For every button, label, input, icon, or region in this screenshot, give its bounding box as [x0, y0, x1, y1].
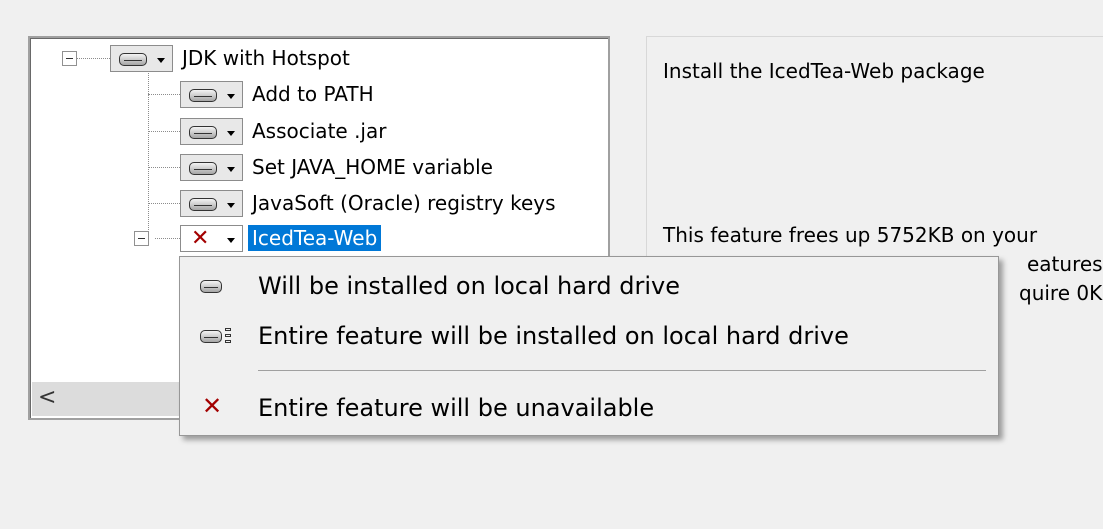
- tree-connector: [148, 167, 180, 168]
- hard-drive-with-subfeatures-icon: [200, 324, 232, 350]
- tree-connector: [76, 58, 110, 59]
- collapse-toggle[interactable]: [62, 51, 77, 66]
- tree-item-label[interactable]: Add to PATH: [248, 81, 378, 107]
- scroll-left-icon[interactable]: <: [38, 386, 56, 410]
- tree-item-label[interactable]: Associate .jar: [248, 118, 390, 144]
- dropdown-arrow-icon: [227, 94, 235, 99]
- feature-state-button[interactable]: [180, 190, 243, 217]
- tree-item-label[interactable]: JavaSoft (Oracle) registry keys: [248, 190, 560, 216]
- collapse-toggle[interactable]: [134, 231, 149, 246]
- feature-state-button[interactable]: [110, 45, 173, 72]
- hard-drive-icon: [189, 198, 217, 211]
- feature-description: Install the IcedTea-Web package: [663, 59, 985, 83]
- tree-item-label-selected[interactable]: IcedTea-Web: [248, 225, 382, 251]
- tree-connector: [148, 94, 180, 95]
- feature-state-button[interactable]: [180, 81, 243, 108]
- dropdown-arrow-icon: [157, 58, 165, 63]
- red-x-icon: ✕: [202, 392, 223, 420]
- size-info-line: This feature frees up 5752KB on your: [663, 223, 1038, 247]
- horizontal-scrollbar[interactable]: <: [32, 382, 182, 416]
- menu-item-install-local[interactable]: Will be installed on local hard drive: [180, 259, 998, 315]
- dropdown-arrow-icon: [227, 131, 235, 136]
- feature-state-button[interactable]: [180, 118, 243, 145]
- dropdown-arrow-icon: [227, 238, 235, 243]
- tree-connector: [148, 131, 180, 132]
- tree-item-label[interactable]: JDK with Hotspot: [178, 45, 354, 71]
- tree-connector: [155, 238, 180, 239]
- hard-drive-icon: [189, 89, 217, 102]
- menu-separator: [258, 370, 986, 371]
- menu-item-install-entire-feature[interactable]: Entire feature will be installed on loca…: [180, 309, 998, 365]
- dropdown-arrow-icon: [227, 203, 235, 208]
- hard-drive-icon: [189, 126, 217, 139]
- feature-state-menu[interactable]: Will be installed on local hard drive En…: [179, 256, 999, 436]
- dropdown-arrow-icon: [227, 167, 235, 172]
- tree-connector: [148, 203, 180, 204]
- feature-state-button[interactable]: ✕: [180, 225, 243, 252]
- hard-drive-icon: [119, 53, 147, 66]
- menu-item-label: Entire feature will be unavailable: [258, 394, 655, 422]
- menu-item-label: Entire feature will be installed on loca…: [258, 322, 849, 350]
- tree-connector: [148, 70, 149, 238]
- feature-state-button[interactable]: [180, 154, 243, 181]
- menu-item-label: Will be installed on local hard drive: [258, 272, 680, 300]
- red-x-icon: ✕: [191, 226, 210, 251]
- tree-item-label[interactable]: Set JAVA_HOME variable: [248, 154, 497, 180]
- hard-drive-icon: [200, 274, 232, 300]
- menu-item-unavailable[interactable]: ✕ Entire feature will be unavailable: [180, 381, 998, 437]
- hard-drive-icon: [189, 162, 217, 175]
